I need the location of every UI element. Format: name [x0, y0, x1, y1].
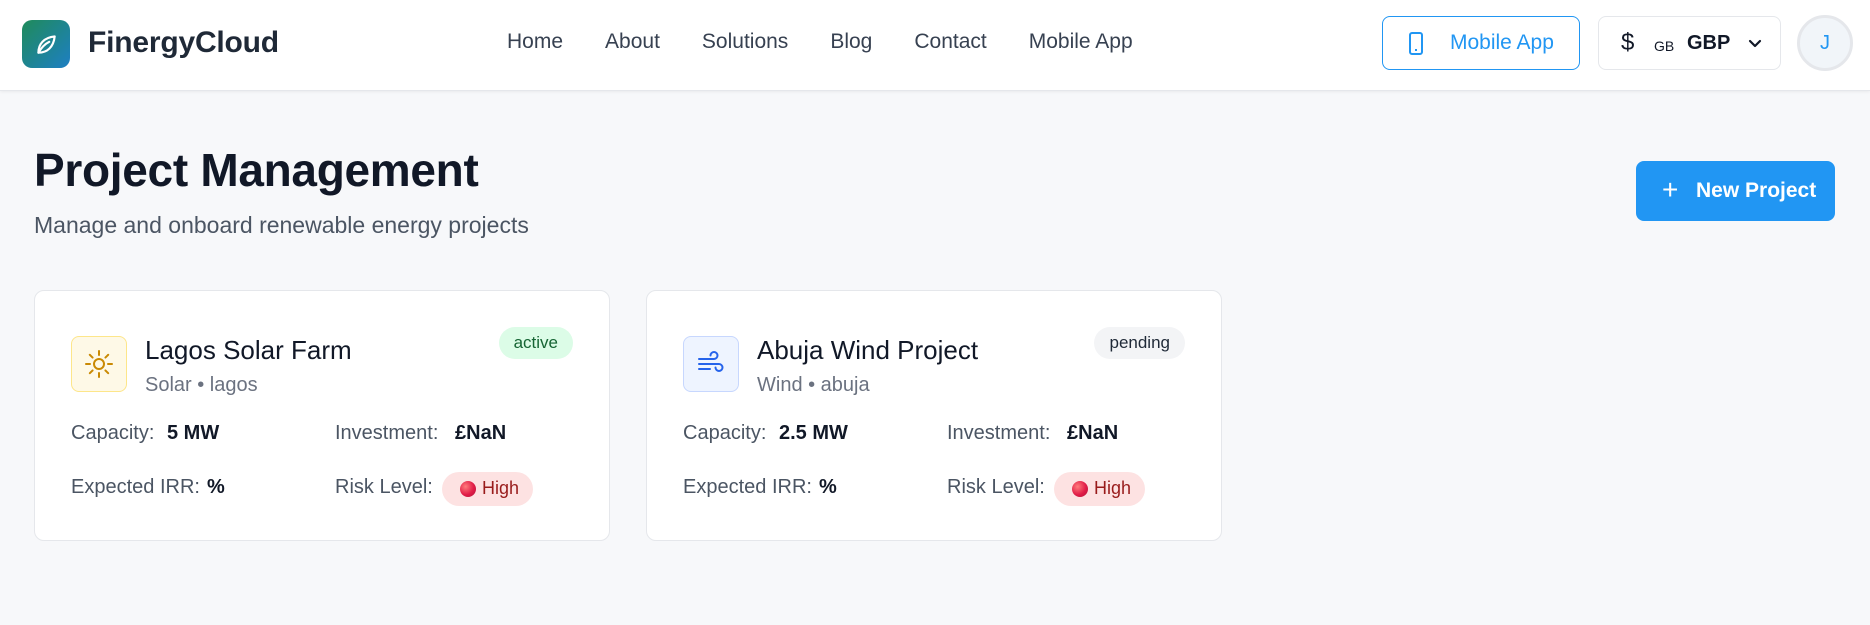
- project-name: Lagos Solar Farm: [145, 335, 352, 365]
- brand-name[interactable]: FinergyCloud: [88, 26, 279, 60]
- project-card[interactable]: Abuja Wind Project Wind • abuja pending …: [646, 290, 1222, 541]
- top-header: FinergyCloud Home About Solutions Blog C…: [0, 0, 1870, 91]
- risk-value: High: [1094, 478, 1132, 498]
- project-name: Abuja Wind Project: [757, 335, 979, 365]
- wind-icon: [683, 336, 739, 392]
- page-subtitle: Manage and onboard renewable energy proj…: [34, 212, 529, 238]
- page-title: Project Management: [34, 144, 479, 196]
- mobile-app-label: Mobile App: [1450, 31, 1554, 54]
- new-project-label: New Project: [1696, 179, 1817, 202]
- status-badge: pending: [1094, 327, 1185, 359]
- project-meta: Wind • abuja: [757, 374, 870, 396]
- nav-about[interactable]: About: [605, 30, 660, 54]
- currency-flag: GB: [1654, 38, 1675, 54]
- investment-label: Investment:: [335, 422, 439, 444]
- investment-label: Investment:: [947, 422, 1051, 444]
- plus-icon: +: [1662, 174, 1679, 205]
- irr-label: Expected IRR:: [71, 476, 200, 498]
- user-avatar[interactable]: J: [1797, 15, 1853, 71]
- currency-symbol: $: [1621, 29, 1635, 56]
- capacity-label: Capacity:: [683, 422, 767, 444]
- nav-solutions[interactable]: Solutions: [702, 30, 788, 54]
- leaf-icon: [37, 35, 56, 54]
- currency-selector[interactable]: $ GB GBP: [1598, 16, 1781, 70]
- investment-value: £NaN: [1067, 422, 1119, 444]
- currency-code: GBP: [1687, 32, 1731, 54]
- risk-badge: High: [442, 472, 534, 506]
- main-nav: Home About Solutions Blog Contact Mobile…: [507, 30, 1133, 54]
- red-dot-icon: [1072, 481, 1088, 497]
- risk-label: Risk Level:: [947, 476, 1045, 498]
- irr-value: %: [819, 476, 837, 498]
- capacity-value: 2.5 MW: [779, 422, 848, 444]
- chevron-down-icon: [1748, 39, 1762, 48]
- project-meta: Solar • lagos: [145, 374, 258, 396]
- irr-value: %: [207, 476, 225, 498]
- mobile-app-button[interactable]: Mobile App: [1382, 16, 1580, 70]
- project-card[interactable]: Lagos Solar Farm Solar • lagos active Ca…: [34, 290, 610, 541]
- risk-value: High: [482, 478, 520, 498]
- nav-mobile-app[interactable]: Mobile App: [1029, 30, 1133, 54]
- nav-contact[interactable]: Contact: [914, 30, 986, 54]
- red-dot-icon: [460, 481, 476, 497]
- risk-badge: High: [1054, 472, 1146, 506]
- capacity-value: 5 MW: [167, 422, 220, 444]
- status-badge: active: [498, 327, 573, 359]
- brand-logo[interactable]: [22, 20, 70, 68]
- capacity-label: Capacity:: [71, 422, 155, 444]
- smartphone-icon: [1409, 32, 1423, 55]
- nav-blog[interactable]: Blog: [830, 30, 872, 54]
- irr-label: Expected IRR:: [683, 476, 812, 498]
- risk-label: Risk Level:: [335, 476, 433, 498]
- sun-icon: [71, 336, 127, 392]
- nav-home[interactable]: Home: [507, 30, 563, 54]
- new-project-button[interactable]: + New Project: [1636, 161, 1835, 221]
- investment-value: £NaN: [455, 422, 507, 444]
